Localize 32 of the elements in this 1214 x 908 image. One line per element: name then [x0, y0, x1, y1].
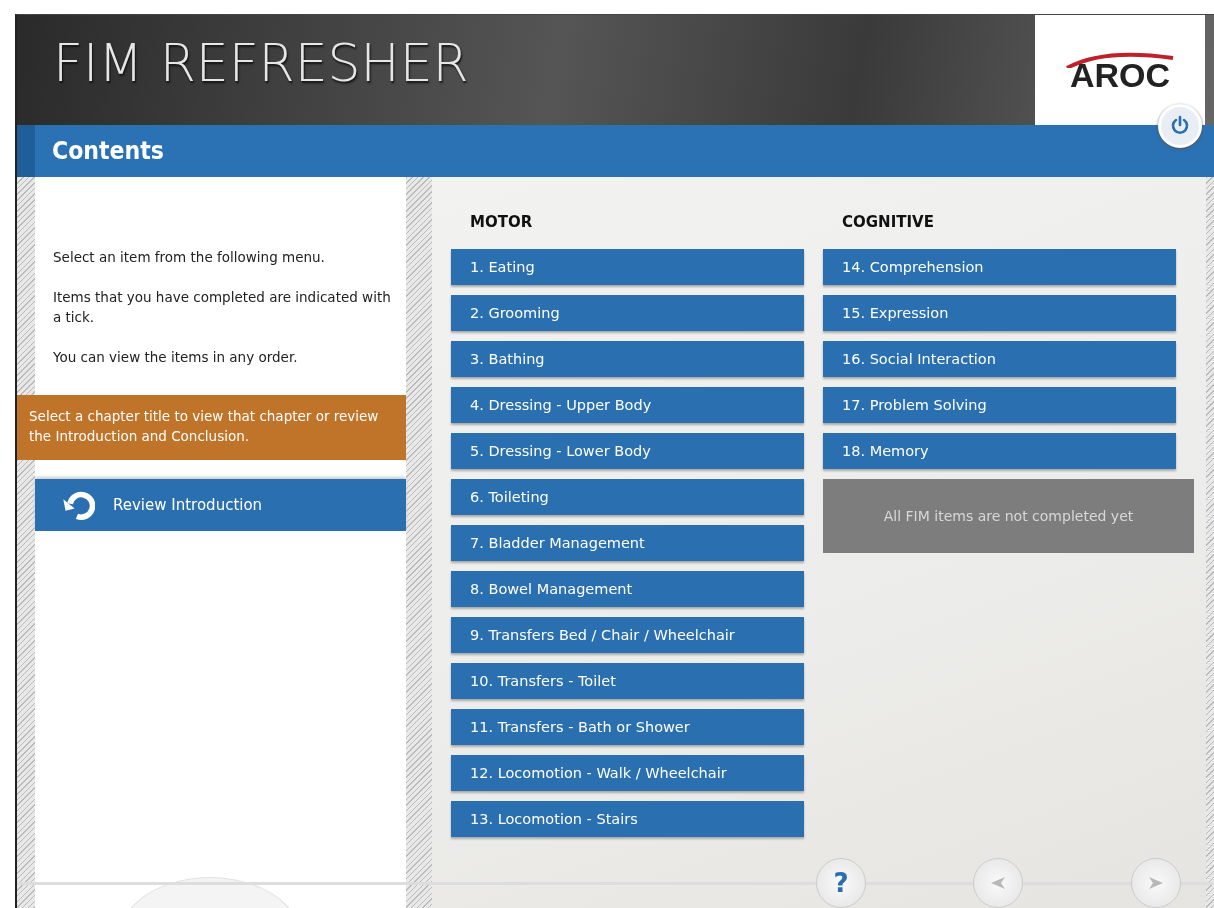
chapter-button[interactable]: 12. Locomotion - Walk / Wheelchair	[451, 755, 804, 791]
chapter-button[interactable]: 13. Locomotion - Stairs	[451, 801, 804, 837]
chapter-button[interactable]: 10. Transfers - Toilet	[451, 663, 804, 699]
right-arrow-icon	[1147, 876, 1165, 890]
instruction-text: Items that you have completed are indicated with a tick.	[53, 288, 392, 327]
section-title: Contents	[50, 137, 164, 165]
instruction-text: You can view the items in any order.	[53, 348, 299, 367]
chapter-button[interactable]: 9. Transfers Bed / Chair / Wheelchair	[451, 617, 804, 653]
app-title: FIM REFRESHER	[52, 32, 469, 93]
chapter-button[interactable]: 2. Grooming	[451, 295, 804, 331]
completion-status: All FIM items are not completed yet	[823, 479, 1194, 553]
chapter-button[interactable]: 4. Dressing - Upper Body	[451, 387, 804, 423]
chapter-button[interactable]: 7. Bladder Management	[451, 525, 804, 561]
chapter-button[interactable]: 11. Transfers - Bath or Shower	[451, 709, 804, 745]
chapter-button[interactable]: 15. Expression	[823, 295, 1176, 331]
chapter-button[interactable]: 6. Toileting	[451, 479, 804, 515]
left-arrow-icon	[989, 876, 1007, 890]
chapter-button[interactable]: 14. Comprehension	[823, 249, 1176, 285]
column-heading: COGNITIVE	[841, 212, 935, 233]
power-icon	[1169, 115, 1191, 137]
chapter-button[interactable]: 5. Dressing - Lower Body	[451, 433, 804, 469]
instruction-text: Select an item from the following menu.	[53, 248, 326, 267]
chapter-button[interactable]: 8. Bowel Management	[451, 571, 804, 607]
chapter-button[interactable]: 18. Memory	[823, 433, 1176, 469]
logo-text: AROC	[1069, 55, 1171, 95]
chapter-button[interactable]: 1. Eating	[451, 249, 804, 285]
column-heading: MOTOR	[469, 212, 534, 233]
chapter-button[interactable]: 16. Social Interaction	[823, 341, 1176, 377]
chapter-button[interactable]: 17. Problem Solving	[823, 387, 1176, 423]
review-introduction-button[interactable]: Review Introduction	[35, 479, 406, 531]
instruction-note: Select a chapter title to view that chapter or review the Introduction and Conclusion.	[17, 395, 406, 460]
chapter-button[interactable]: 3. Bathing	[451, 341, 804, 377]
